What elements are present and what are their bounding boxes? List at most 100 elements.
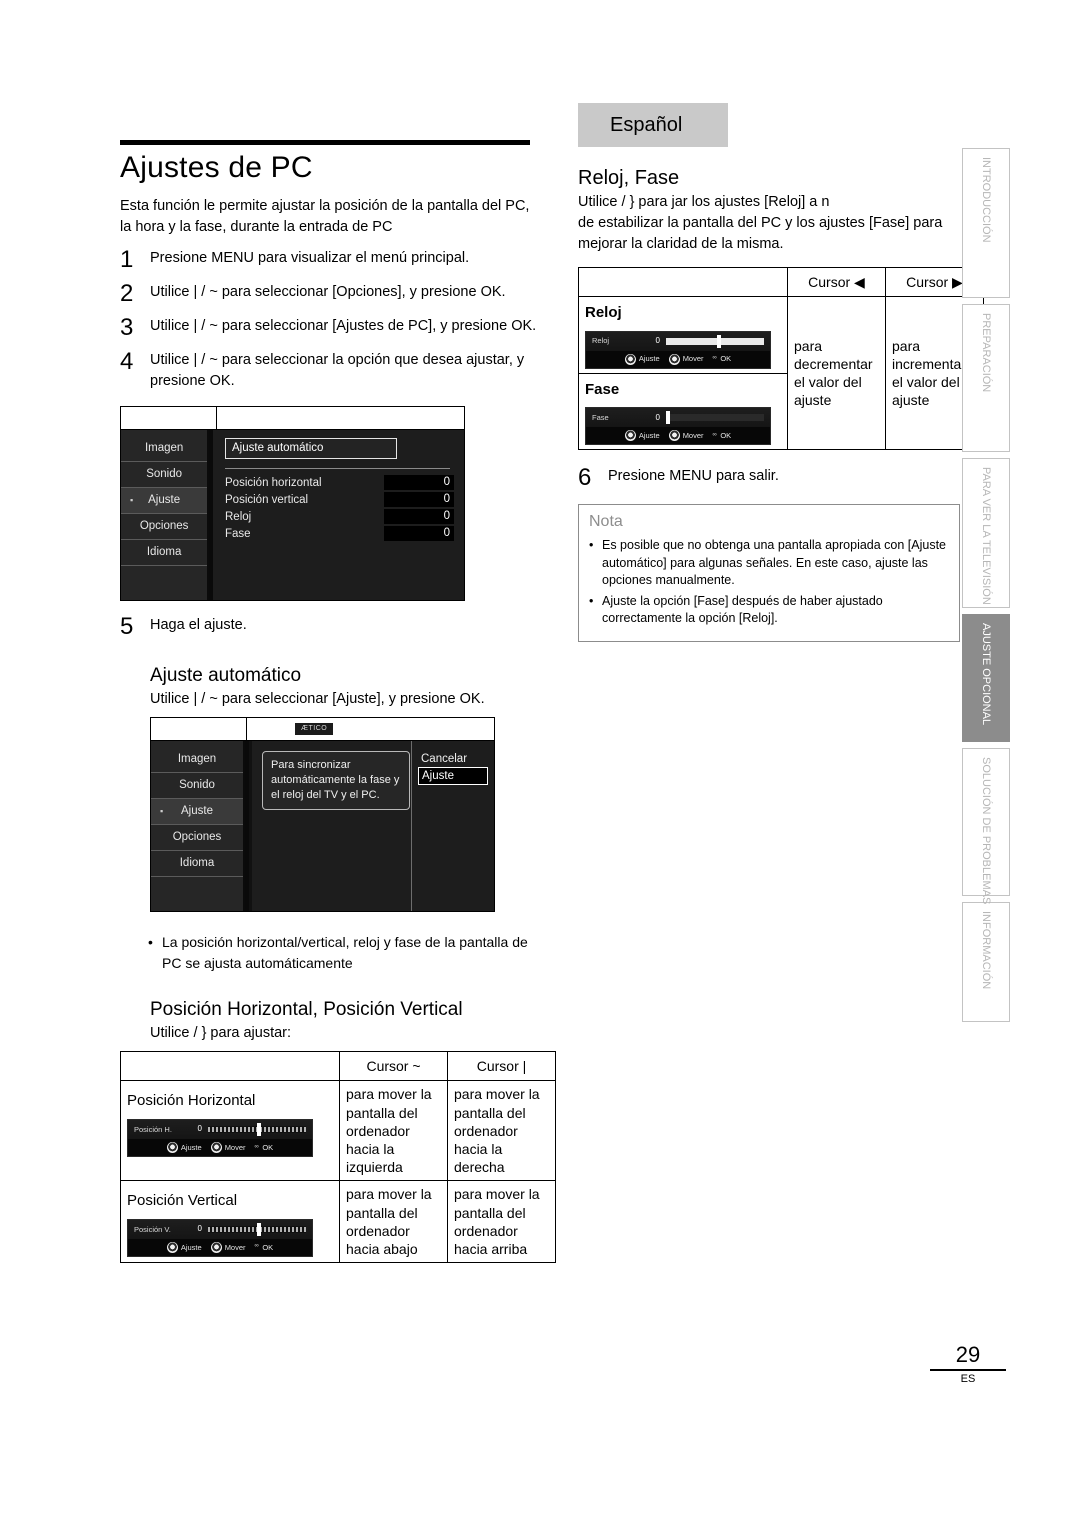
menu1-topbar-left [121, 407, 217, 430]
menu2-item-ajuste[interactable]: ▪ Ajuste [151, 799, 243, 826]
auto-adjust-subtext: Utilice | / ~ para seleccionar [Ajuste],… [150, 691, 485, 708]
clock-phase-line-3: mejorar la claridad de la misma. [578, 236, 784, 253]
table-row: Reloj Reloj 0 Ajuste Mover ∞ OK para dec… [578, 296, 984, 451]
menu1-item-ajuste[interactable]: ▪ Ajuste [121, 488, 208, 515]
position-row-vertical-right-desc: para mover la pantalla del ordenador hac… [447, 1180, 556, 1264]
note-title: Nota [589, 513, 623, 531]
side-tab-introduccion[interactable]: INTRODUCCIÓN [962, 148, 1010, 298]
menu1-item-idioma[interactable]: Idioma [121, 540, 208, 567]
osd-adjust-hint-label: Ajuste [638, 430, 660, 440]
clock-phase-table: Cursor ◀ Cursor ▶ Reloj Reloj 0 Ajuste M… [578, 267, 984, 451]
step-1: 1 Presione MENU para visualizar el menú … [120, 248, 540, 272]
menu1-option-phase[interactable]: Fase 0 [225, 526, 454, 542]
ok-button-icon: ∞ [254, 1143, 260, 1150]
osd-phase-slider[interactable] [666, 411, 764, 425]
side-tab-solucion-de-problemas[interactable]: SOLUCIÓN DE PROBLEMAS [962, 748, 1010, 904]
menu1-option-h-position-label: Posición horizontal [225, 476, 322, 489]
osd-phase-value: 0 [655, 412, 660, 422]
menu2-item-sonido-label: Sonido [179, 779, 215, 792]
position-table-header-row: Cursor ~ Cursor | [120, 1051, 556, 1082]
osd-position-horizontal-slider[interactable] [208, 1122, 306, 1136]
osd-position-horizontal-label: Posición H. [134, 1124, 172, 1134]
step-3-text: Utilice | / ~ para seleccionar [Ajustes … [150, 318, 537, 335]
menu1-item-opciones[interactable]: Opciones [121, 514, 208, 541]
side-tab-introduccion-label: INTRODUCCIÓN [980, 157, 992, 243]
osd-adjust-hint: Ajuste [624, 430, 660, 442]
osd-phase: Fase 0 Ajuste Mover ∞ OK [585, 407, 771, 446]
auto-adjust-heading: Ajuste automático [150, 665, 302, 687]
step-4: 4 Utilice | / ~ para seleccionar la opci… [120, 350, 540, 392]
auto-adjust-section: Ajuste automático Utilice | / ~ para sel… [150, 665, 540, 709]
side-tab-ajuste-opcional[interactable]: AJUSTE OPCIONAL [962, 614, 1010, 742]
tv-menu-screenshot-1: Imagen Sonido ▪ Ajuste Opciones Idioma A… [120, 406, 540, 602]
position-row-horizontal-left-desc: para mover la pantalla del ordenador hac… [339, 1080, 448, 1182]
osd-phase-label: Fase [592, 412, 609, 422]
clock-phase-line-2: de estabilizar la pantalla del PC y los … [578, 215, 943, 232]
osd-adjust-hint-label: Ajuste [180, 1142, 202, 1152]
bullet-icon: • [589, 593, 594, 608]
intro-paragraph: Esta función le permite ajustar la posic… [120, 196, 540, 238]
osd-adjust-hint: Ajuste [166, 1241, 202, 1253]
menu1-option-v-position[interactable]: Posición vertical 0 [225, 492, 454, 508]
menu1-item-opciones-label: Opciones [139, 520, 189, 533]
side-tab-para-ver-la-television-label: PARA VER LA TELEVISIÓN [980, 467, 992, 605]
menu1-option-h-position[interactable]: Posición horizontal 0 [225, 475, 454, 491]
osd-move-hint: Mover [210, 1241, 246, 1253]
side-tab-para-ver-la-television[interactable]: PARA VER LA TELEVISIÓN [962, 458, 1010, 608]
step-1-number: 1 [120, 246, 134, 274]
osd-position-vertical-slider[interactable] [208, 1222, 306, 1236]
clock-phase-paragraph: Utilice / } para jar los ajustes [Reloj]… [578, 192, 960, 255]
tv-menu-screenshot-2: ÆTICO Imagen Sonido ▪ Ajuste Opciones Id… [150, 717, 540, 913]
table-row: Posición Vertical Posición V. 0 Ajuste M… [120, 1180, 556, 1264]
side-tab-informacion[interactable]: INFORMACIÓN [962, 902, 1010, 1022]
position-table-header-cursor-down: Cursor | [447, 1051, 556, 1082]
menu2-topbar-left [151, 718, 247, 741]
note-bullet-1-text: Es posible que no obtenga una pantalla a… [602, 538, 947, 588]
menu2-item-sonido[interactable]: Sonido [151, 773, 243, 800]
ok-button-icon: ∞ [712, 431, 718, 438]
menu1-item-sonido-label: Sonido [146, 468, 183, 481]
dpad-icon [210, 1141, 222, 1153]
menu2-item-idioma[interactable]: Idioma [151, 851, 243, 878]
menu1-auto-adjust-button[interactable]: Ajuste automático [225, 438, 397, 460]
menu1-topbar [121, 407, 464, 431]
osd-move-hint-label: Mover [224, 1242, 246, 1252]
menu2-choice-ajuste[interactable]: Ajuste [418, 767, 488, 786]
menu2-item-opciones[interactable]: Opciones [151, 825, 243, 852]
page-title: Ajustes de PC [120, 151, 313, 184]
step-1-text: Presione MENU para visualizar el menú pr… [150, 250, 470, 267]
ok-button-icon: ∞ [254, 1243, 260, 1250]
page-number: 29 ES [930, 1342, 1006, 1385]
menu1-content: Ajuste automático Posición horizontal 0 … [213, 430, 464, 601]
menu2-item-imagen[interactable]: Imagen [151, 747, 243, 774]
step-3-number: 3 [120, 314, 134, 342]
menu1-item-imagen[interactable]: Imagen [121, 436, 208, 463]
menu2-topbar: ÆTICO [151, 718, 494, 742]
menu2-item-ajuste-label: Ajuste [181, 805, 213, 818]
menu2-sidebar: Imagen Sonido ▪ Ajuste Opciones Idioma [151, 741, 245, 912]
menu1-option-clock[interactable]: Reloj 0 [225, 509, 454, 525]
menu2-choice-cancelar[interactable]: Cancelar [418, 751, 488, 767]
osd-ok-hint-label: OK [720, 354, 732, 364]
position-heading: Posición Horizontal, Posición Vertical [150, 998, 463, 1020]
clock-phase-heading: Reloj, Fase [578, 167, 680, 189]
osd-clock-slider[interactable] [666, 334, 764, 348]
osd-ok-hint-label: OK [262, 1242, 274, 1252]
osd-ok-hint: ∞ OK [255, 1243, 274, 1253]
menu1-separator [225, 468, 450, 470]
right-column: Reloj, Fase Utilice / } para jar los aju… [578, 105, 984, 642]
menu2-tab-chip: ÆTICO [295, 723, 334, 736]
position-row-horizontal-name: Posición Horizontal [127, 1092, 256, 1110]
intro-line-2: la hora y la fase, durante la entrada de… [120, 219, 393, 236]
menu1-item-sonido[interactable]: Sonido [121, 462, 208, 489]
bullet-icon: • [148, 934, 153, 951]
auto-adjust-note: • La posición horizontal/vertical, reloj… [148, 932, 548, 973]
dpad-icon [210, 1241, 222, 1253]
osd-adjust-hint: Ajuste [166, 1141, 202, 1153]
step-5-text: Haga el ajuste. [150, 617, 247, 634]
osd-clock-value: 0 [655, 336, 660, 346]
dpad-lr-icon [624, 430, 636, 442]
side-tab-preparacion[interactable]: PREPARACIÓN [962, 304, 1010, 452]
osd-ok-hint: ∞ OK [713, 431, 732, 441]
dpad-lr-icon [166, 1241, 178, 1253]
